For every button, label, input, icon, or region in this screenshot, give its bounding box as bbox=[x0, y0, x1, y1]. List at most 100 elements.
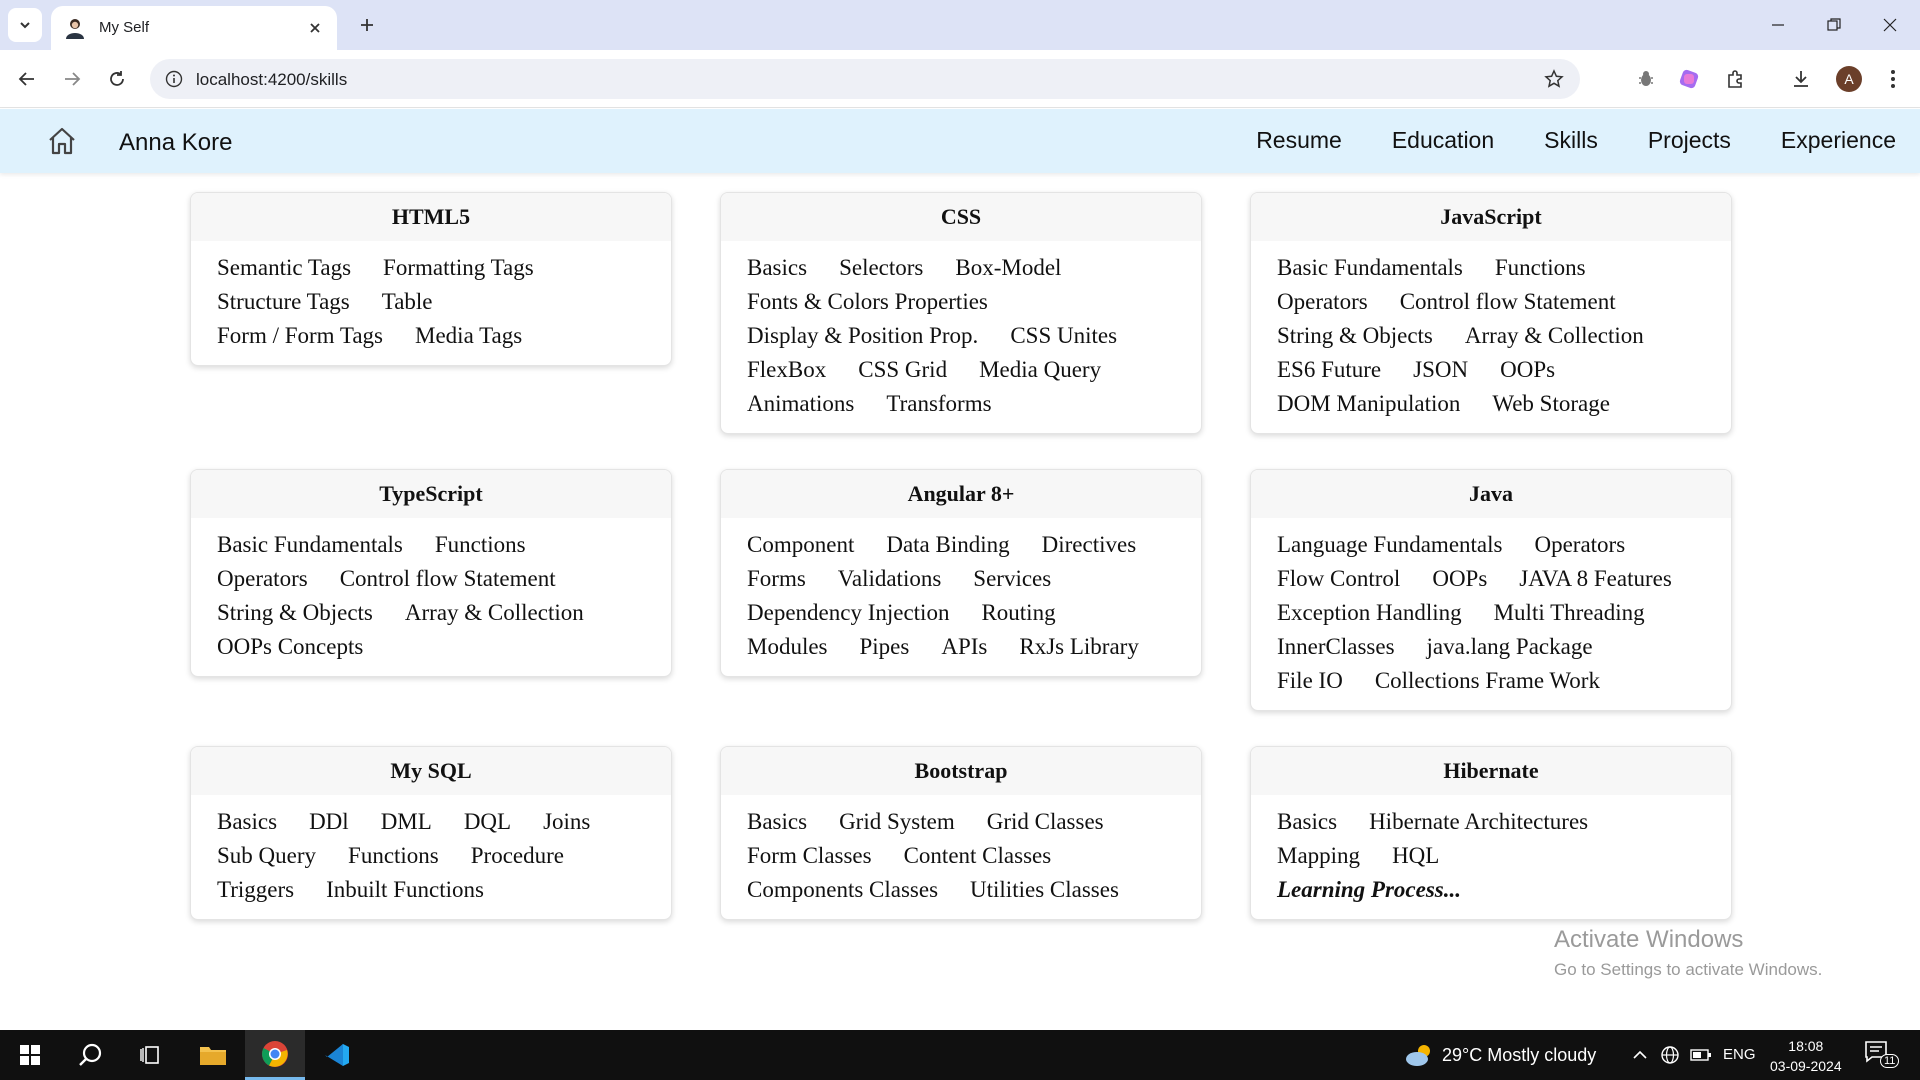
restore-icon[interactable] bbox=[1812, 8, 1856, 42]
skill-row: DOM Manipulation Web Storage bbox=[1277, 387, 1711, 421]
skill-item: Transforms bbox=[886, 391, 992, 416]
bug-extension-icon[interactable] bbox=[1629, 62, 1663, 96]
nav-link-resume[interactable]: Resume bbox=[1256, 127, 1342, 154]
battery-icon[interactable] bbox=[1690, 1047, 1712, 1063]
skill-item: Operators bbox=[1277, 289, 1368, 314]
gemini-extension-icon[interactable] bbox=[1672, 62, 1706, 96]
skill-item: DML bbox=[380, 809, 432, 834]
chevron-up-icon[interactable] bbox=[1632, 1048, 1648, 1062]
nav-links: Resume Education Skills Projects Experie… bbox=[1256, 127, 1920, 154]
system-clock[interactable]: 18:08 03-09-2024 bbox=[1770, 1036, 1842, 1076]
skill-item: Validations bbox=[837, 566, 942, 591]
home-icon[interactable] bbox=[46, 125, 78, 157]
brand-name[interactable]: Anna Kore bbox=[119, 129, 232, 157]
back-arrow-icon[interactable] bbox=[10, 62, 44, 96]
skill-row: Sub Query Functions Procedure bbox=[217, 839, 651, 873]
new-tab-icon[interactable] bbox=[352, 10, 382, 40]
skill-item: ES6 Future bbox=[1277, 357, 1382, 382]
nav-link-experience[interactable]: Experience bbox=[1781, 127, 1896, 154]
skill-item: Selectors bbox=[839, 255, 924, 280]
skill-item: Fonts & Colors Properties bbox=[747, 289, 988, 314]
language-indicator[interactable]: ENG bbox=[1723, 1046, 1756, 1063]
browser-tab[interactable]: My Self bbox=[51, 6, 337, 50]
notification-count-badge: 11 bbox=[1880, 1054, 1900, 1068]
skill-row: Semantic Tags Formatting Tags bbox=[217, 251, 651, 285]
bookmark-star-icon[interactable] bbox=[1542, 67, 1566, 91]
skill-row: Language Fundamentals Operators bbox=[1277, 528, 1711, 562]
skill-row: FlexBox CSS Grid Media Query bbox=[747, 353, 1181, 387]
skill-card-title: My SQL bbox=[191, 747, 671, 795]
nav-link-skills[interactable]: Skills bbox=[1544, 127, 1598, 154]
profile-avatar[interactable]: A bbox=[1836, 66, 1862, 92]
skill-row: Basics DDl DML DQL Joins bbox=[217, 805, 651, 839]
notification-center[interactable]: 11 bbox=[1864, 1040, 1900, 1069]
search-icon[interactable] bbox=[60, 1030, 120, 1080]
clock-time: 18:08 bbox=[1788, 1038, 1824, 1054]
reload-icon[interactable] bbox=[100, 62, 134, 96]
weather-widget[interactable]: 29°C Mostly cloudy bbox=[1404, 1043, 1596, 1067]
skill-item: OOPs bbox=[1500, 357, 1556, 382]
skill-item: Media Query bbox=[979, 357, 1102, 382]
skill-item: String & Objects bbox=[217, 600, 373, 625]
skill-item: InnerClasses bbox=[1277, 634, 1395, 659]
windows-taskbar: 29°C Mostly cloudy ENG 18:08 03-09-2024 … bbox=[0, 1030, 1920, 1080]
browser-tab-strip: My Self bbox=[0, 0, 1920, 50]
skill-item: Grid Classes bbox=[986, 809, 1104, 834]
skill-item: String & Objects bbox=[1277, 323, 1433, 348]
close-window-icon[interactable] bbox=[1868, 8, 1912, 42]
skill-item: CSS Unites bbox=[1010, 323, 1118, 348]
skill-card: Hibernate Basics Hibernate Architectures Ma… bbox=[1250, 746, 1732, 920]
network-globe-icon[interactable] bbox=[1660, 1045, 1680, 1065]
skill-card-body: Basics Hibernate Architectures Mapping HQL L… bbox=[1251, 795, 1731, 919]
address-url: localhost:4200/skills bbox=[196, 70, 348, 89]
file-explorer-icon[interactable] bbox=[183, 1030, 243, 1080]
skill-card: Bootstrap Basics Grid System Grid Classes Fo… bbox=[720, 746, 1202, 920]
skill-item: CSS Grid bbox=[858, 357, 948, 382]
skill-item: Components Classes bbox=[747, 877, 939, 902]
skill-item: OOPs bbox=[1432, 566, 1488, 591]
more-menu-icon[interactable] bbox=[1876, 62, 1910, 96]
skill-row: Component Data Binding Directives bbox=[747, 528, 1181, 562]
windows-start-icon[interactable] bbox=[0, 1030, 60, 1080]
skill-row: Components Classes Utilities Classes bbox=[747, 873, 1181, 907]
skill-item: Basics bbox=[747, 255, 808, 280]
extensions-puzzle-icon[interactable] bbox=[1718, 62, 1752, 96]
skill-row: Basic Fundamentals Functions bbox=[217, 528, 651, 562]
task-view-icon[interactable] bbox=[120, 1030, 180, 1080]
skill-card-body: Basics Selectors Box-Model Fonts & Colors P… bbox=[721, 241, 1201, 433]
nav-link-projects[interactable]: Projects bbox=[1648, 127, 1731, 154]
vscode-taskbar-icon[interactable] bbox=[307, 1030, 367, 1080]
skill-row: File IO Collections Frame Work bbox=[1277, 664, 1711, 698]
skill-card-title: CSS bbox=[721, 193, 1201, 241]
skill-item: Form Classes bbox=[747, 843, 872, 868]
skill-row: Operators Control flow Statement bbox=[1277, 285, 1711, 319]
address-bar[interactable]: localhost:4200/skills bbox=[150, 59, 1580, 99]
chrome-taskbar-icon[interactable] bbox=[245, 1030, 305, 1080]
skill-item: Basics bbox=[747, 809, 808, 834]
skill-item: Multi Threading bbox=[1493, 600, 1645, 625]
download-icon[interactable] bbox=[1784, 62, 1818, 96]
forward-arrow-icon[interactable] bbox=[55, 62, 89, 96]
skill-item: APIs bbox=[941, 634, 988, 659]
skill-row: Structure Tags Table bbox=[217, 285, 651, 319]
nav-link-education[interactable]: Education bbox=[1392, 127, 1494, 154]
skill-item: Modules bbox=[747, 634, 828, 659]
skill-item: Triggers bbox=[217, 877, 295, 902]
skill-card-body: Basics Grid System Grid Classes Form Classe… bbox=[721, 795, 1201, 919]
skill-item: Data Binding bbox=[886, 532, 1010, 557]
skill-item: Procedure bbox=[470, 843, 565, 868]
minimize-icon[interactable] bbox=[1756, 8, 1800, 42]
skill-item: Media Tags bbox=[415, 323, 523, 348]
skill-item: DQL bbox=[463, 809, 512, 834]
tab-search-button[interactable] bbox=[8, 8, 42, 42]
watermark-subtitle: Go to Settings to activate Windows. bbox=[1554, 960, 1823, 979]
skill-card: My SQL Basics DDl DML DQL Joins Sub Query Funct… bbox=[190, 746, 672, 920]
skill-row: Modules Pipes APIs RxJs Library bbox=[747, 630, 1181, 664]
browser-toolbar: localhost:4200/skills bbox=[0, 50, 1920, 108]
close-tab-icon[interactable] bbox=[303, 16, 327, 40]
clock-date: 03-09-2024 bbox=[1770, 1058, 1842, 1074]
skill-item: Box-Model bbox=[955, 255, 1062, 280]
skill-row: String & Objects Array & Collection bbox=[1277, 319, 1711, 353]
site-info-icon[interactable] bbox=[162, 67, 186, 91]
skill-item: DOM Manipulation bbox=[1277, 391, 1461, 416]
